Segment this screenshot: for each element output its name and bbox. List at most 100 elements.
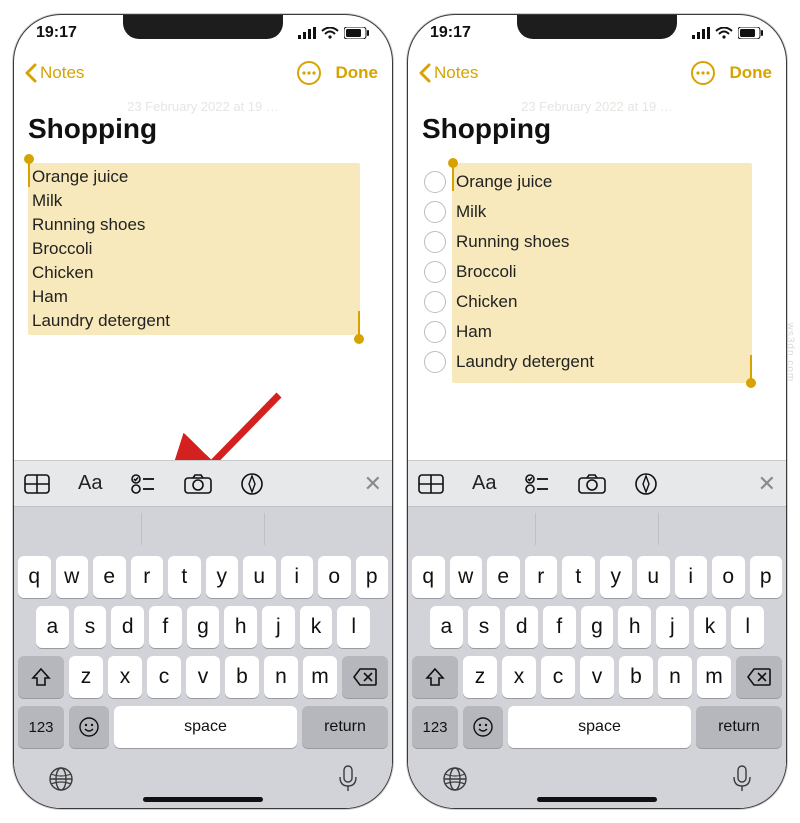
key[interactable]: o [712, 556, 745, 598]
key[interactable]: q [412, 556, 445, 598]
key[interactable]: t [168, 556, 201, 598]
delete-key[interactable] [736, 656, 782, 698]
key[interactable]: s [74, 606, 107, 648]
emoji-key[interactable] [463, 706, 503, 748]
key[interactable]: z [463, 656, 497, 698]
suggestion-cell[interactable] [142, 513, 264, 545]
text-style-button[interactable]: Aa [472, 472, 496, 495]
key[interactable]: v [186, 656, 220, 698]
key[interactable]: r [131, 556, 164, 598]
key[interactable]: t [562, 556, 595, 598]
key[interactable]: q [18, 556, 51, 598]
suggestion-cell[interactable] [659, 513, 780, 545]
key[interactable]: b [619, 656, 653, 698]
table-icon[interactable] [24, 474, 50, 494]
key[interactable]: k [694, 606, 727, 648]
checklist-item[interactable]: Laundry detergent [424, 347, 748, 377]
text-style-button[interactable]: Aa [78, 472, 102, 495]
key[interactable]: p [750, 556, 783, 598]
emoji-key[interactable] [69, 706, 109, 748]
home-indicator[interactable] [143, 797, 263, 802]
key[interactable]: m [303, 656, 337, 698]
key[interactable]: n [264, 656, 298, 698]
key[interactable]: z [69, 656, 103, 698]
space-key[interactable]: space [114, 706, 297, 748]
back-button[interactable]: Notes [418, 63, 478, 83]
done-button[interactable]: Done [730, 63, 773, 83]
key[interactable]: r [525, 556, 558, 598]
keyboard-suggestion-bar[interactable] [14, 506, 392, 550]
checkbox[interactable] [424, 231, 446, 253]
key[interactable]: j [262, 606, 295, 648]
checklist-icon[interactable] [524, 474, 550, 494]
return-key[interactable]: return [302, 706, 388, 748]
note-title[interactable]: Shopping [28, 113, 378, 145]
globe-icon[interactable] [48, 766, 74, 792]
more-icon[interactable] [690, 60, 716, 86]
key[interactable]: n [658, 656, 692, 698]
mic-icon[interactable] [338, 765, 358, 793]
key[interactable]: d [111, 606, 144, 648]
list-item[interactable]: Ham [32, 285, 358, 309]
selection-block[interactable]: Orange juice Milk Running shoes Broccoli… [28, 163, 360, 335]
numbers-key[interactable]: 123 [18, 706, 64, 748]
globe-icon[interactable] [442, 766, 468, 792]
checkbox[interactable] [424, 291, 446, 313]
markup-icon[interactable] [634, 472, 658, 496]
checklist-item[interactable]: Orange juice [424, 167, 748, 197]
key[interactable]: g [581, 606, 614, 648]
checklist-item[interactable]: Ham [424, 317, 748, 347]
key[interactable]: s [468, 606, 501, 648]
key[interactable]: a [430, 606, 463, 648]
list-item[interactable]: Chicken [32, 261, 358, 285]
checkbox[interactable] [424, 351, 446, 373]
checkbox[interactable] [424, 321, 446, 343]
checklist-item[interactable]: Broccoli [424, 257, 748, 287]
selection-block[interactable]: Orange juice Milk Running shoes Broccoli… [452, 163, 752, 383]
list-item[interactable]: Running shoes [32, 213, 358, 237]
keyboard-suggestion-bar[interactable] [408, 506, 786, 550]
shift-key[interactable] [18, 656, 64, 698]
markup-icon[interactable] [240, 472, 264, 496]
suggestion-cell[interactable] [536, 513, 658, 545]
key[interactable]: y [206, 556, 239, 598]
checklist-item[interactable]: Chicken [424, 287, 748, 317]
key[interactable]: x [502, 656, 536, 698]
list-item[interactable]: Broccoli [32, 237, 358, 261]
key[interactable]: e [93, 556, 126, 598]
more-icon[interactable] [296, 60, 322, 86]
key[interactable]: d [505, 606, 538, 648]
checkbox[interactable] [424, 171, 446, 193]
shift-key[interactable] [412, 656, 458, 698]
suggestion-cell[interactable] [414, 513, 536, 545]
selection-handle-start[interactable] [28, 163, 30, 187]
note-title[interactable]: Shopping [422, 113, 772, 145]
checklist-item[interactable]: Running shoes [424, 227, 748, 257]
key[interactable]: i [675, 556, 708, 598]
list-item[interactable]: Milk [32, 189, 358, 213]
key[interactable]: j [656, 606, 689, 648]
key[interactable]: u [243, 556, 276, 598]
key[interactable]: e [487, 556, 520, 598]
checklist-icon[interactable] [130, 474, 156, 494]
numbers-key[interactable]: 123 [412, 706, 458, 748]
key[interactable]: g [187, 606, 220, 648]
camera-icon[interactable] [578, 474, 606, 494]
key[interactable]: y [600, 556, 633, 598]
key[interactable]: m [697, 656, 731, 698]
key[interactable]: u [637, 556, 670, 598]
key[interactable]: p [356, 556, 389, 598]
key[interactable]: l [337, 606, 370, 648]
selection-handle-start[interactable] [452, 167, 454, 191]
home-indicator[interactable] [537, 797, 657, 802]
key[interactable]: f [543, 606, 576, 648]
space-key[interactable]: space [508, 706, 691, 748]
key[interactable]: a [36, 606, 69, 648]
key[interactable]: v [580, 656, 614, 698]
done-button[interactable]: Done [336, 63, 379, 83]
checkbox[interactable] [424, 201, 446, 223]
back-button[interactable]: Notes [24, 63, 84, 83]
close-icon[interactable]: ✕ [364, 471, 382, 497]
selection-handle-end[interactable] [358, 311, 360, 335]
checkbox[interactable] [424, 261, 446, 283]
